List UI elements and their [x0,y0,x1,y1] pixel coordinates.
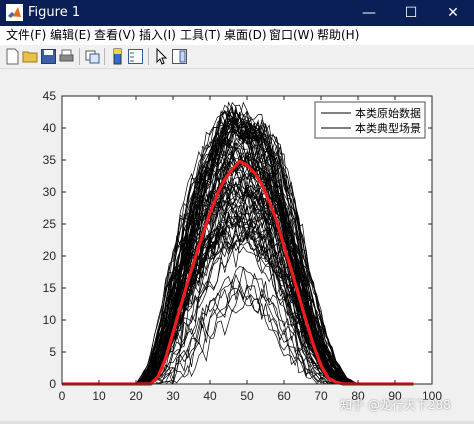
menu-tools[interactable]: 工具(T) [180,26,221,45]
y-tick-label: 0 [49,377,56,391]
y-tick-label: 20 [43,249,57,263]
save-icon[interactable] [40,48,57,65]
close-button[interactable]: ✕ [432,0,474,26]
title-bar[interactable]: Figure 1 — ☐ ✕ [0,0,474,26]
menu-file[interactable]: 文件(F) [6,26,46,45]
figure-window: Figure 1 — ☐ ✕ 文件(F) 编辑(E) 查看(V) 插入(I) 工… [0,0,474,424]
y-tick-label: 45 [43,89,57,103]
menu-view[interactable]: 查看(V) [94,26,136,45]
watermark: 知乎 @龙行天下288 [340,398,451,412]
menu-bar: 文件(F) 编辑(E) 查看(V) 插入(I) 工具(T) 桌面(D) 窗口(W… [0,26,474,45]
x-tick-label: 40 [203,389,217,403]
maximize-button[interactable]: ☐ [390,0,432,26]
menu-help[interactable]: 帮助(H) [317,26,359,45]
y-tick-label: 30 [43,185,57,199]
plot-area[interactable]: 0 10 20 30 40 50 60 70 80 90 100051015202530354045… [0,69,474,424]
y-tick-label: 25 [43,217,57,231]
x-tick-label: 50 [240,389,254,403]
y-tick-label: 5 [49,345,56,359]
y-tick-label: 40 [43,121,57,135]
insert-legend-icon[interactable] [127,48,144,65]
x-tick-label: 60 [277,389,291,403]
link-icon[interactable] [84,48,101,65]
insert-colorbar-icon[interactable] [109,48,126,65]
minimize-button[interactable]: — [348,0,390,26]
y-tick-label: 35 [43,153,57,167]
x-tick-label: 10 [92,389,106,403]
menu-desktop[interactable]: 桌面(D) [224,26,267,45]
x-tick-label: 30 [166,389,180,403]
window-title: Figure 1 [28,5,81,20]
x-tick-label: 70 [314,389,328,403]
y-tick-label: 15 [43,281,57,295]
pointer-icon[interactable] [153,48,170,65]
x-tick-label: 20 [129,389,143,403]
y-tick-label: 10 [43,313,57,327]
plot-tools-icon[interactable] [171,48,188,65]
legend-label: 本类原始数据 [355,106,421,120]
legend-label: 本类典型场景 [355,121,421,135]
print-icon[interactable] [58,48,75,65]
toolbar [0,45,474,69]
menu-edit[interactable]: 编辑(E) [50,26,91,45]
menu-insert[interactable]: 插入(I) [139,26,176,45]
menu-window[interactable]: 窗口(W) [269,26,314,45]
open-file-icon[interactable] [22,48,39,65]
new-figure-icon[interactable] [4,48,21,65]
x-tick-label: 0 [59,389,66,403]
matlab-logo-icon [6,4,23,21]
